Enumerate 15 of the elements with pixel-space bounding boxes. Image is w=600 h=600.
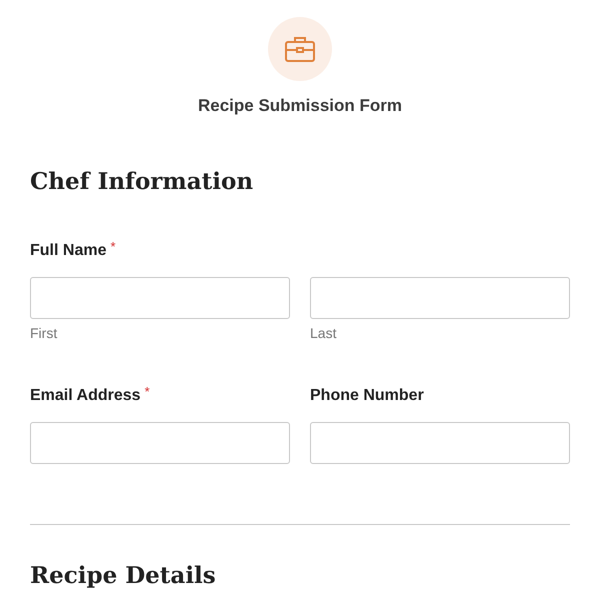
section-heading: Chef Information <box>30 166 254 196</box>
required-mark: * <box>144 385 150 398</box>
input-field[interactable] <box>30 422 290 464</box>
input-field[interactable] <box>310 422 570 464</box>
field-label: Full Name <box>30 241 106 261</box>
form-title: Recipe Submission Form <box>198 95 402 117</box>
required-mark: * <box>110 240 116 253</box>
sublabel: Last <box>310 324 338 343</box>
section-heading: Recipe Details <box>30 561 217 591</box>
field-label: Phone Number <box>310 386 424 406</box>
field-label: Email Address <box>30 386 141 406</box>
briefcase-icon <box>284 35 316 63</box>
input-field[interactable] <box>310 277 570 319</box>
sublabel: First <box>30 324 58 343</box>
input-field[interactable] <box>30 277 290 319</box>
